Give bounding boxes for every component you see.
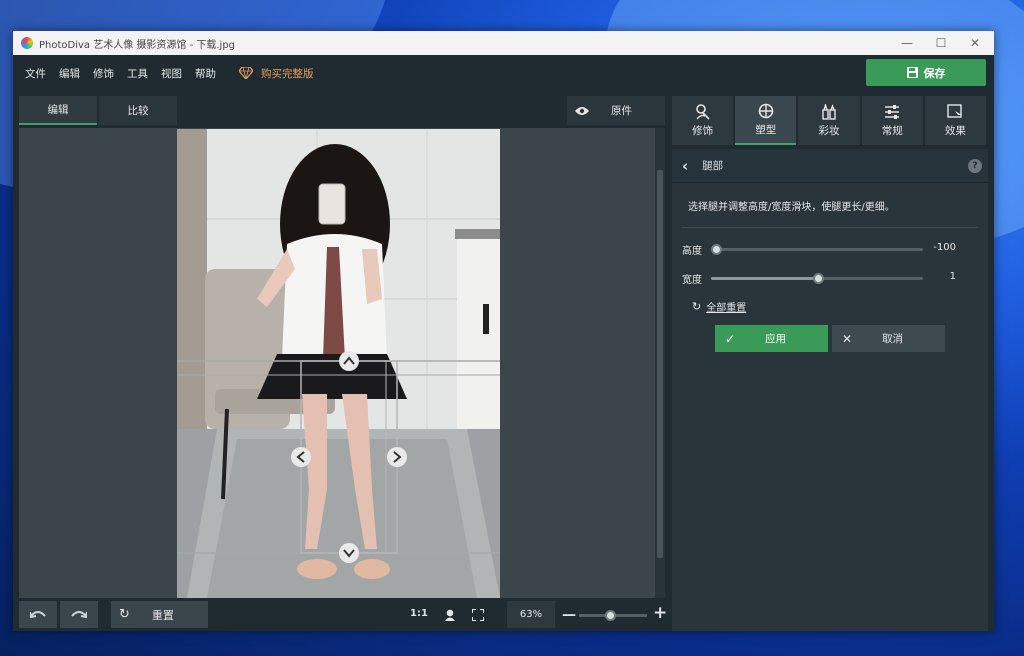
retouch-icon	[695, 103, 710, 120]
menu-tools[interactable]: 工具	[127, 66, 148, 81]
width-slider-row: 宽度 1	[682, 271, 978, 286]
reset-icon: ↻	[119, 607, 130, 622]
panel-title: 腿部	[702, 160, 724, 172]
floppy-icon	[906, 67, 918, 78]
height-slider-knob[interactable]	[711, 244, 722, 255]
height-label: 高度	[682, 246, 702, 257]
menu-help[interactable]: 帮助	[195, 66, 216, 81]
undo-button[interactable]	[19, 601, 57, 628]
reshape-icon	[758, 103, 774, 118]
x-icon: ✕	[842, 331, 853, 346]
makeup-icon	[822, 103, 836, 120]
panel-description: 选择腿并调整高度/宽度滑块，使腿更长/更细。	[688, 202, 895, 213]
tab-makeup[interactable]: 彩妆	[798, 96, 860, 145]
minimize-button[interactable]: —	[890, 31, 924, 55]
height-slider-row: 高度 -100	[682, 242, 978, 257]
tab-edit[interactable]: 编辑	[19, 96, 97, 125]
tab-retouch-label: 修饰	[692, 124, 714, 137]
width-slider-knob[interactable]	[812, 273, 824, 284]
original-label: 原件	[611, 105, 632, 117]
adjust-icon	[885, 104, 900, 119]
width-slider-fill	[711, 277, 819, 280]
tab-general-label: 常规	[881, 124, 903, 137]
width-slider[interactable]	[711, 273, 923, 284]
reset-button[interactable]: ↻ 重置	[111, 601, 208, 628]
zoom-value: 63%	[507, 601, 555, 628]
help-icon[interactable]: ?	[968, 159, 982, 173]
fullscreen-icon[interactable]	[472, 609, 484, 621]
photo-preview	[177, 129, 500, 598]
tab-reshape-label: 塑型	[755, 123, 777, 136]
original-button[interactable]: 原件	[567, 96, 665, 125]
ratio-1-1-button[interactable]: 1:1	[410, 608, 428, 619]
photo-illustration	[177, 129, 500, 598]
window-title: PhotoDiva 艺术人像 摄影资源馆 - 下载.jpg	[39, 39, 236, 51]
save-label: 保存	[923, 66, 946, 80]
bottom-toolbar: ↻ 重置 1:1 63% — +	[19, 601, 671, 631]
tab-general[interactable]: 常规	[861, 96, 923, 145]
reset-all-label: 全部重置	[706, 303, 747, 314]
legs-panel: ‹ 腿部 ? 选择腿并调整高度/宽度滑块，使腿更长/更细。 高度 -100 宽度…	[672, 149, 988, 631]
tool-tabs: 修饰 塑型 彩妆 常规 效果	[672, 96, 988, 145]
tab-compare[interactable]: 比较	[99, 96, 177, 125]
redo-icon	[71, 610, 87, 618]
zoom-slider[interactable]	[579, 610, 647, 621]
height-value: -100	[933, 242, 956, 253]
height-slider[interactable]	[711, 244, 923, 255]
vertical-scrollbar[interactable]	[655, 128, 665, 598]
menu-view[interactable]: 视图	[161, 66, 182, 81]
app-logo-icon	[21, 37, 33, 49]
apply-label: 应用	[765, 333, 787, 345]
fit-person-icon[interactable]	[444, 609, 456, 621]
tab-reshape[interactable]: 塑型	[735, 96, 797, 145]
undo-icon	[30, 610, 46, 618]
maximize-button[interactable]: ☐	[924, 31, 958, 55]
tab-retouch[interactable]: 修饰	[672, 96, 734, 145]
check-icon: ✓	[725, 331, 736, 346]
effects-icon	[947, 103, 963, 119]
panel-header: ‹ 腿部 ?	[672, 149, 988, 183]
divider	[682, 227, 978, 228]
title-bar: PhotoDiva 艺术人像 摄影资源馆 - 下载.jpg — ☐ ✕	[13, 31, 994, 55]
view-tabs: 编辑 比较	[19, 96, 179, 125]
apply-button[interactable]: ✓ 应用	[715, 325, 828, 352]
cancel-label: 取消	[882, 333, 904, 345]
width-value: 1	[949, 271, 956, 282]
app-window: PhotoDiva 艺术人像 摄影资源馆 - 下载.jpg — ☐ ✕ 文件 编…	[13, 31, 994, 631]
save-button[interactable]: 保存	[866, 59, 986, 86]
menu-file[interactable]: 文件	[25, 66, 46, 81]
zoom-slider-knob[interactable]	[604, 610, 616, 621]
zoom-in-button[interactable]: +	[653, 603, 667, 623]
menu-retouch[interactable]: 修饰	[93, 66, 114, 81]
tab-makeup-label: 彩妆	[818, 124, 840, 137]
tab-effects-label: 效果	[944, 124, 966, 137]
zoom-out-button[interactable]: —	[562, 607, 576, 623]
reset-all-icon: ↻	[692, 300, 702, 313]
reset-all-link[interactable]: ↻ 全部重置	[692, 299, 746, 314]
diamond-icon	[239, 67, 253, 79]
redo-button[interactable]	[60, 601, 98, 628]
buy-full-version-link[interactable]: 购买完整版	[239, 66, 314, 81]
menu-edit[interactable]: 编辑	[59, 66, 80, 81]
width-label: 宽度	[682, 275, 702, 286]
tab-effects[interactable]: 效果	[924, 96, 987, 145]
menu-bar: 文件 编辑 修饰 工具 视图 帮助 购买完整版 保存	[13, 55, 994, 91]
cancel-button[interactable]: ✕ 取消	[832, 325, 945, 352]
close-button[interactable]: ✕	[958, 31, 992, 55]
reset-label: 重置	[151, 608, 174, 622]
buy-label: 购买完整版	[261, 67, 314, 80]
back-chevron-icon[interactable]: ‹	[682, 157, 688, 175]
eye-icon	[575, 106, 589, 115]
scroll-thumb[interactable]	[657, 170, 663, 558]
